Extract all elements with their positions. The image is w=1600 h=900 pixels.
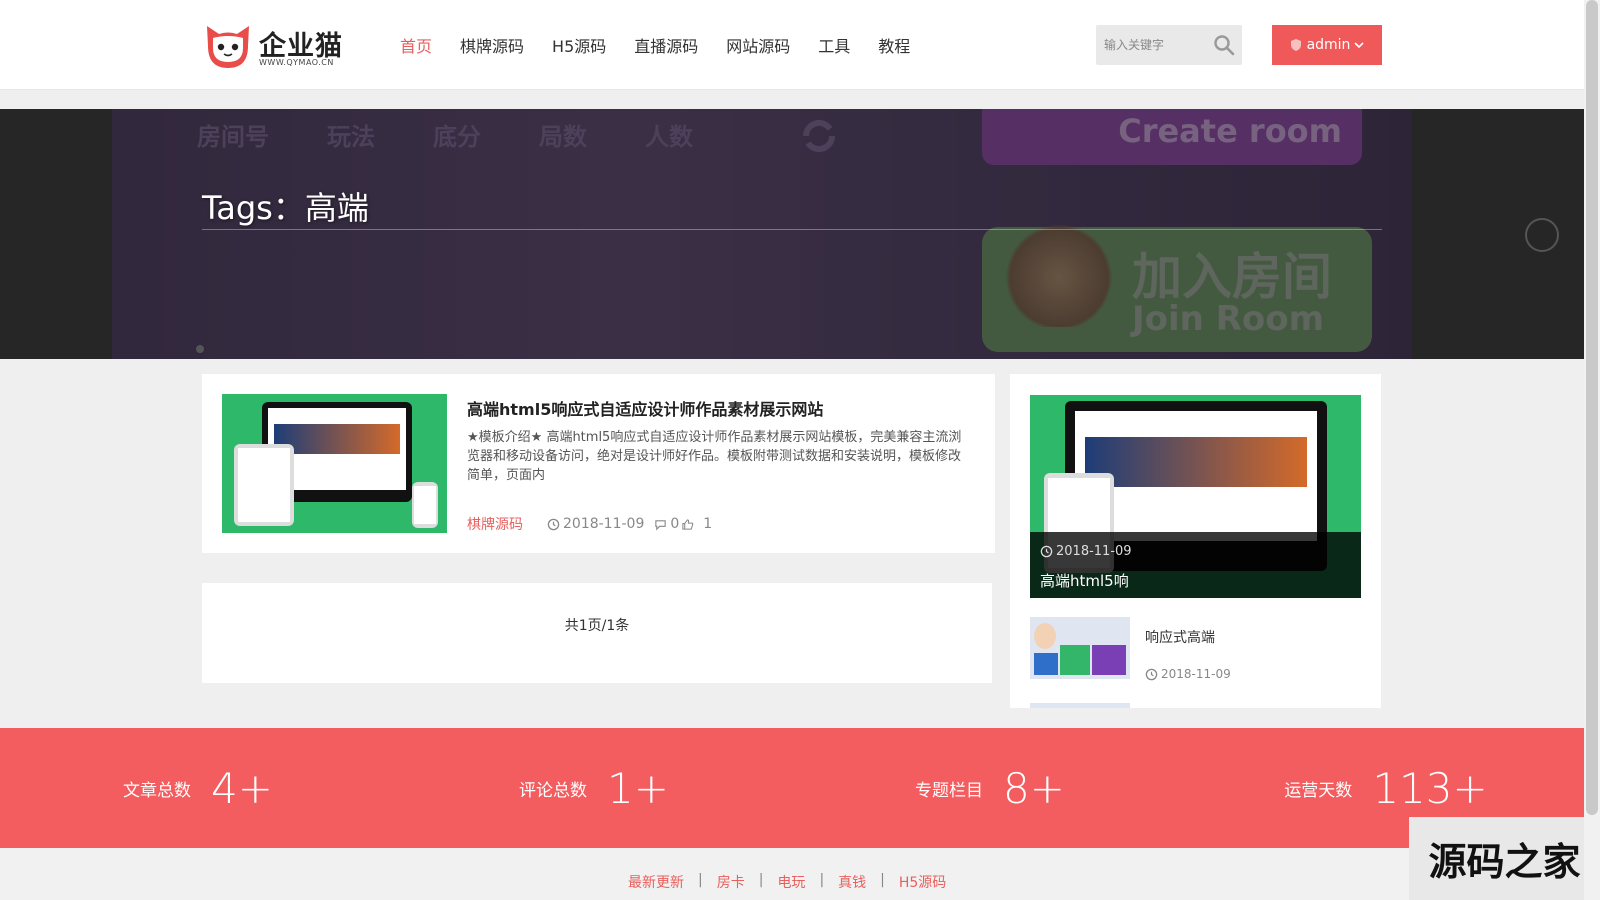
mock-tablet <box>234 444 294 526</box>
featured-date: 2018-11-09 <box>1040 544 1132 559</box>
sidebar-post-thumbnail <box>1030 703 1130 708</box>
site-footer: 最新更新 | 房卡 | 电玩 | 真钱 | H5源码 <box>0 848 1584 900</box>
stat-value: 1+ <box>607 763 669 813</box>
sidebar: 2018-11-09 高端html5响 响应式高端 2018-11-09 <box>1010 374 1381 708</box>
stat-label: 评论总数 <box>519 780 588 801</box>
logo-url: WWW.QYMAO.CN <box>259 58 334 67</box>
search-input[interactable] <box>1096 25 1208 65</box>
sidebar-post-item[interactable]: 响应式高端 2018-11-09 <box>1030 617 1361 681</box>
footer-separator: | <box>698 872 703 888</box>
article-card: 高端html5响应式自适应设计师作品素材展示网站 ★模板介绍★ 高端html5响… <box>202 374 995 553</box>
user-menu-button[interactable]: admin <box>1272 25 1382 65</box>
featured-caption: 2018-11-09 高端html5响 <box>1030 532 1361 598</box>
article-excerpt: ★模板介绍★ 高端html5响应式自适应设计师作品素材展示网站模板，完美兼容主流… <box>467 430 962 483</box>
pagination: 共1页/1条 <box>202 583 992 683</box>
sidebar-post-title: 响应式高端 <box>1145 630 1215 646</box>
comment-icon <box>655 519 667 530</box>
footer-separator: | <box>880 872 885 888</box>
thumb-person <box>1034 623 1056 649</box>
mock-screen <box>238 448 290 522</box>
banner-shade <box>112 109 1412 359</box>
footer-link-real-money[interactable]: 真钱 <box>838 872 866 892</box>
footer-separator: | <box>819 872 825 888</box>
stat-value: 4+ <box>211 763 273 813</box>
mock-hero <box>1085 437 1307 487</box>
search-icon[interactable] <box>1212 33 1236 57</box>
page-scrollbar[interactable] <box>1584 0 1600 900</box>
dot-icon <box>196 345 204 353</box>
article-meta: 棋牌源码 2018-11-09 0 1 <box>467 514 712 534</box>
cat-logo-icon <box>207 26 249 68</box>
pagination-summary: 共1页/1条 <box>564 618 630 634</box>
stat-label: 专题栏目 <box>915 780 984 801</box>
stat-label: 文章总数 <box>123 780 192 801</box>
clock-icon <box>547 518 560 530</box>
sidebar-post-thumbnail <box>1030 617 1130 679</box>
thumb-block <box>1060 645 1090 675</box>
thumb-block <box>1034 653 1058 675</box>
main-nav: 首页 棋牌源码 H5源码 直播源码 网站源码 工具 教程 <box>386 0 924 90</box>
stat-label: 运营天数 <box>1284 780 1353 801</box>
article-date: 2018-11-09 <box>563 516 645 532</box>
page-title: Tags：高端 <box>202 189 369 227</box>
watermark: 源码之家 <box>1409 817 1600 900</box>
site-logo[interactable]: 企业猫 WWW.QYMAO.CN <box>203 22 353 72</box>
thumbs-up-icon[interactable] <box>681 518 694 531</box>
sidebar-post-item[interactable] <box>1030 703 1361 708</box>
nav-item-chess-source[interactable]: 棋牌源码 <box>460 33 524 57</box>
clock-icon <box>1040 545 1053 558</box>
article-like-count: 1 <box>703 516 713 532</box>
tag-banner: 房间号 玩法 底分 局数 人数 Create room 加入房间 Join Ro… <box>0 109 1584 359</box>
nav-item-website-source[interactable]: 网站源码 <box>726 33 790 57</box>
site-header: 企业猫 WWW.QYMAO.CN 首页 棋牌源码 H5源码 直播源码 网站源码 … <box>0 0 1584 90</box>
sidebar-featured-post[interactable]: 2018-11-09 高端html5响 <box>1030 395 1361 598</box>
circle-icon[interactable] <box>1525 218 1559 252</box>
article-comment-count: 0 <box>670 516 680 532</box>
nav-item-tutorial[interactable]: 教程 <box>878 33 910 57</box>
stat-comments: 评论总数 1+ <box>396 728 792 848</box>
nav-item-live-source[interactable]: 直播源码 <box>634 33 698 57</box>
featured-date-text: 2018-11-09 <box>1056 544 1132 559</box>
article-thumbnail[interactable] <box>222 394 447 533</box>
clock-icon <box>1145 668 1158 680</box>
shield-icon <box>1290 39 1301 51</box>
stat-value: 8+ <box>1003 763 1065 813</box>
stat-value: 113+ <box>1372 763 1488 813</box>
user-name: admin <box>1306 37 1351 53</box>
sidebar-post-date-text: 2018-11-09 <box>1161 667 1231 681</box>
footer-link-latest[interactable]: 最新更新 <box>628 872 684 892</box>
chevron-down-icon <box>1354 42 1365 49</box>
nav-item-home[interactable]: 首页 <box>400 33 432 57</box>
banner-divider <box>202 229 1382 230</box>
scrollbar-thumb[interactable] <box>1586 0 1598 815</box>
search-box <box>1096 25 1242 65</box>
site-stats-bar: 文章总数 4+ 评论总数 1+ 专题栏目 8+ 运营天数 113+ <box>0 728 1584 848</box>
thumb-block <box>1092 645 1126 675</box>
footer-link-h5-source[interactable]: H5源码 <box>899 872 946 892</box>
mock-phone <box>412 482 438 528</box>
footer-link-room-card[interactable]: 房卡 <box>717 872 745 892</box>
nav-item-tools[interactable]: 工具 <box>818 33 850 57</box>
sidebar-post-date: 2018-11-09 <box>1145 667 1231 681</box>
footer-links: 最新更新 | 房卡 | 电玩 | 真钱 | H5源码 <box>628 872 946 892</box>
banner-background-image: 房间号 玩法 底分 局数 人数 Create room 加入房间 Join Ro… <box>112 109 1412 359</box>
mock-screen <box>414 486 436 524</box>
article-title[interactable]: 高端html5响应式自适应设计师作品素材展示网站 <box>467 396 823 420</box>
article-category-link[interactable]: 棋牌源码 <box>467 514 523 534</box>
footer-link-arcade[interactable]: 电玩 <box>777 872 805 892</box>
footer-separator: | <box>758 872 764 888</box>
stat-articles: 文章总数 4+ <box>0 728 396 848</box>
featured-title: 高端html5响 <box>1040 572 1129 590</box>
stat-topics: 专题栏目 8+ <box>792 728 1188 848</box>
nav-item-h5-source[interactable]: H5源码 <box>552 33 606 57</box>
